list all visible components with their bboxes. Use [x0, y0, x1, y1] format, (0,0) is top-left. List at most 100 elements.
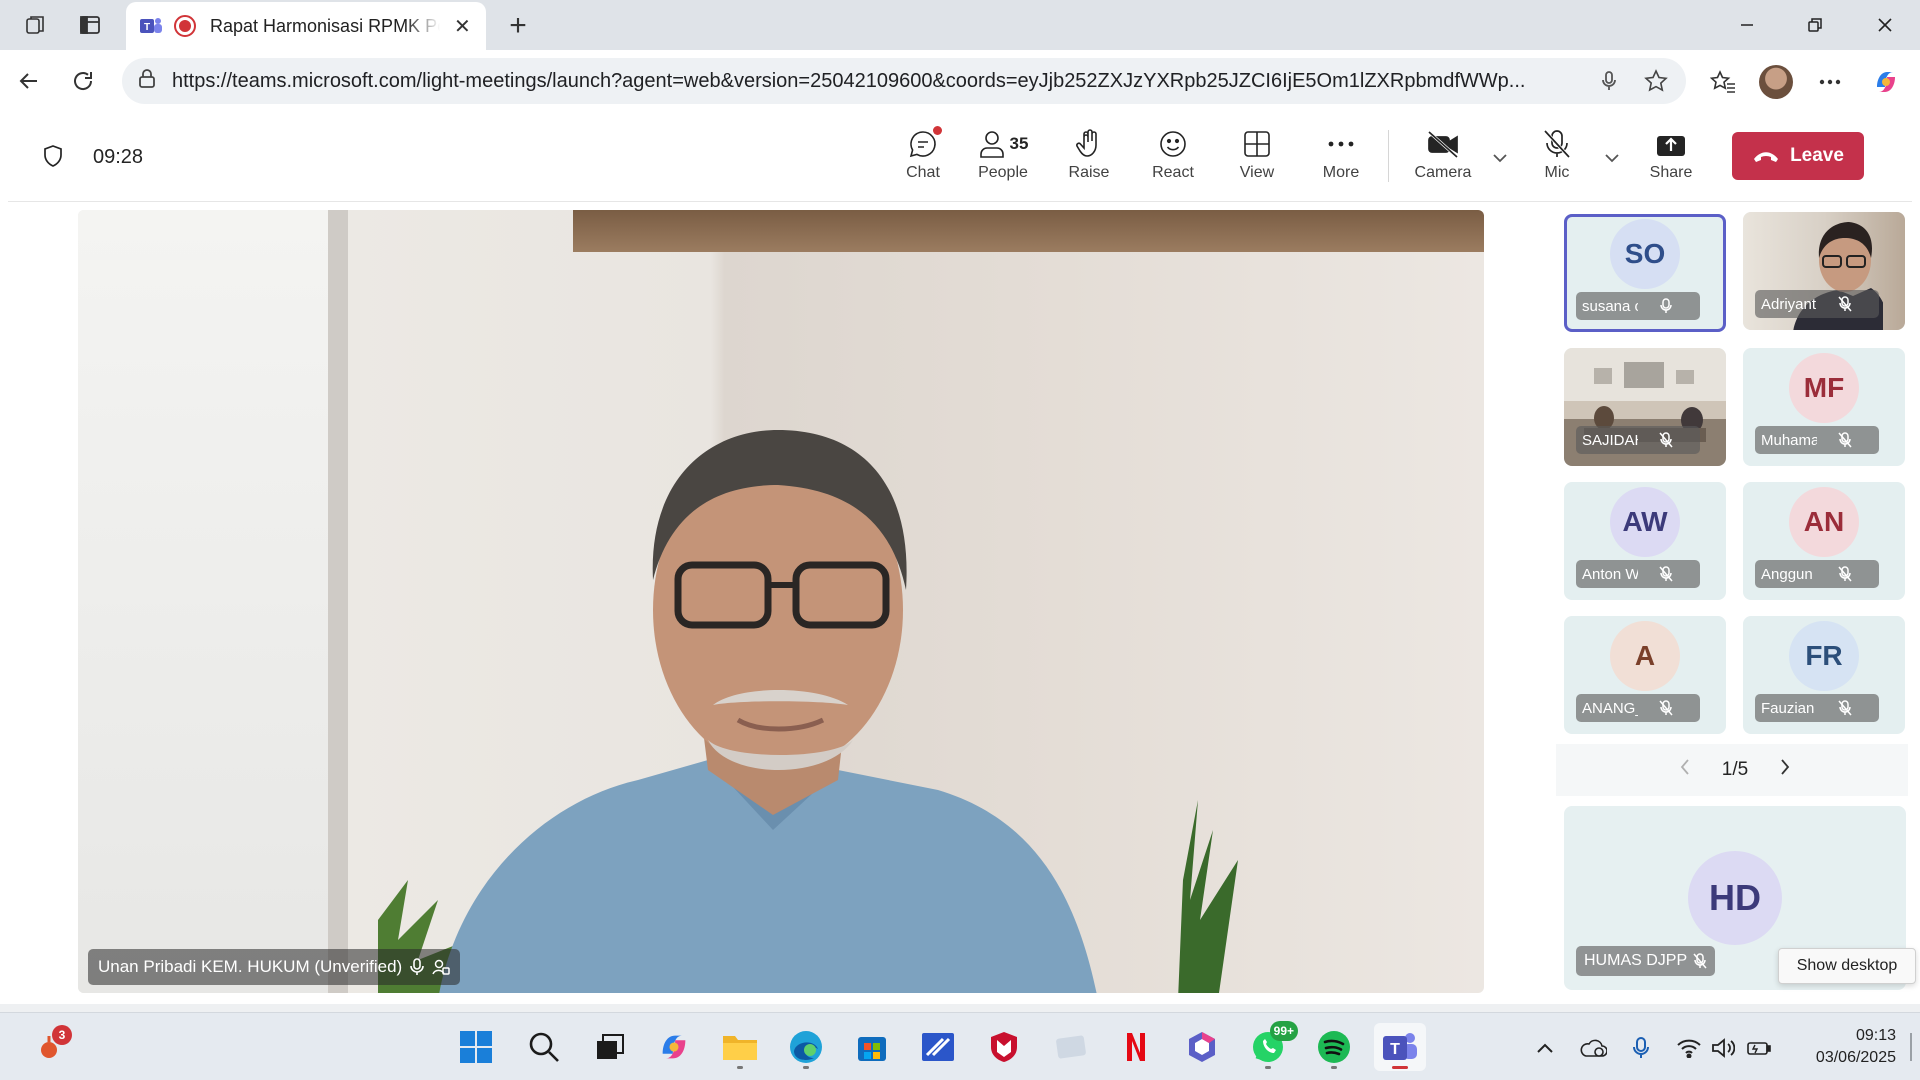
copilot-icon[interactable]: [1868, 64, 1904, 100]
more-button[interactable]: More: [1306, 126, 1376, 192]
participant-name: susana o...: [1582, 297, 1638, 315]
avatar: FR: [1789, 621, 1859, 691]
chat-label: Chat: [906, 164, 940, 181]
react-smiley-icon: [1158, 126, 1188, 162]
microsoft-store-button[interactable]: [846, 1023, 898, 1071]
people-label: People: [978, 164, 1028, 181]
mic-muted-icon: [1817, 432, 1873, 448]
address-row: https://teams.microsoft.com/light-meetin…: [0, 50, 1920, 112]
volume-icon[interactable]: [1708, 1033, 1738, 1063]
participant-tile[interactable]: SO susana o...: [1564, 214, 1726, 332]
participant-tile[interactable]: SAJIDAH...: [1564, 348, 1726, 466]
microphone-tray-icon[interactable]: [1626, 1033, 1656, 1063]
show-desktop-tooltip: Show desktop: [1778, 948, 1916, 984]
meeting-timer: 09:28: [93, 146, 144, 168]
netflix-icon: [1127, 1033, 1145, 1061]
react-button[interactable]: React: [1138, 126, 1208, 192]
participant-tile[interactable]: MF Muhama...: [1743, 348, 1905, 466]
avatar: AN: [1789, 487, 1859, 557]
more-label: More: [1322, 164, 1360, 181]
edge-browser-button[interactable]: [780, 1023, 832, 1071]
windows-logo-icon: [460, 1031, 492, 1063]
main-speaker-nametag: Unan Pribadi KEM. HUKUM (Unverified): [88, 949, 461, 985]
mic-muted-icon: [1817, 700, 1873, 716]
favorites-icon[interactable]: [1705, 64, 1741, 100]
chat-icon: [908, 126, 942, 162]
main-speaker-video[interactable]: Unan Pribadi KEM. HUKUM (Unverified): [78, 210, 1484, 993]
minimize-icon[interactable]: [1714, 0, 1780, 50]
remote-app-button[interactable]: [912, 1023, 964, 1071]
store-icon: [858, 1037, 886, 1061]
onedrive-icon[interactable]: [1578, 1033, 1608, 1063]
profile-avatar[interactable]: [1758, 64, 1794, 100]
copilot-app-button[interactable]: [648, 1023, 700, 1071]
tablet-app-button[interactable]: [1044, 1023, 1096, 1071]
office-app-button[interactable]: [1176, 1023, 1228, 1071]
netflix-button[interactable]: [1110, 1023, 1162, 1071]
whatsapp-button[interactable]: 99+: [1242, 1021, 1298, 1071]
search-button[interactable]: [518, 1023, 570, 1071]
back-button[interactable]: [10, 62, 48, 100]
toolbar-divider: [1388, 130, 1389, 182]
show-hidden-icons-chevron-icon[interactable]: [1530, 1033, 1560, 1063]
participant-tile[interactable]: FR Fauzian ...: [1743, 616, 1905, 734]
people-button[interactable]: 35 People: [968, 126, 1038, 192]
remote-desktop-icon: [922, 1033, 954, 1061]
system-clock[interactable]: 09:13 03/06/2025: [1796, 1025, 1896, 1069]
participant-tile[interactable]: Adriyant...: [1743, 212, 1905, 330]
previous-page-icon[interactable]: [1680, 758, 1690, 782]
people-icon: [979, 131, 1004, 158]
shield-icon[interactable]: [42, 144, 64, 173]
lock-icon[interactable]: [138, 68, 156, 94]
task-view-button[interactable]: [584, 1023, 636, 1071]
camera-off-icon: [1426, 126, 1460, 162]
mic-button[interactable]: Mic: [1522, 126, 1592, 192]
camera-options-chevron-icon[interactable]: [1492, 150, 1508, 168]
show-desktop-button[interactable]: [1910, 1033, 1912, 1061]
view-grid-icon: [1243, 126, 1271, 162]
mic-muted-icon: [1638, 700, 1694, 716]
view-button[interactable]: View: [1222, 126, 1292, 192]
mic-options-chevron-icon[interactable]: [1604, 150, 1620, 168]
participant-tile[interactable]: AN Anggun ...: [1743, 482, 1905, 600]
new-tab-button[interactable]: +: [500, 8, 536, 44]
more-menu-icon[interactable]: [1812, 64, 1848, 100]
camera-button[interactable]: Camera: [1408, 126, 1478, 192]
task-view-icon: [597, 1034, 624, 1059]
mcafee-button[interactable]: [978, 1023, 1030, 1071]
start-button[interactable]: [450, 1023, 502, 1071]
raise-label: Raise: [1068, 164, 1110, 181]
participant-name: Anton W...: [1582, 565, 1638, 583]
teams-button[interactable]: T: [1374, 1023, 1426, 1071]
voice-search-icon[interactable]: [1600, 58, 1618, 104]
widgets-weather-button[interactable]: 3: [24, 1023, 76, 1071]
vertical-tabs-icon[interactable]: [74, 10, 106, 40]
leave-button[interactable]: Leave: [1732, 132, 1864, 180]
url-text[interactable]: https://teams.microsoft.com/light-meetin…: [172, 70, 1592, 93]
favorite-star-icon[interactable]: [1644, 58, 1668, 104]
participant-name: Anggun ...: [1761, 565, 1817, 583]
active-tab[interactable]: T Rapat Harmonisasi RPMK Pe ✕: [126, 2, 486, 50]
battery-icon[interactable]: [1744, 1033, 1774, 1063]
raise-hand-button[interactable]: Raise: [1054, 126, 1124, 192]
file-explorer-button[interactable]: [714, 1023, 766, 1071]
mic-on-icon: [410, 958, 425, 976]
tab-close-icon[interactable]: ✕: [454, 14, 471, 39]
spotify-button[interactable]: [1308, 1023, 1360, 1071]
clock-time: 09:13: [1855, 1027, 1896, 1044]
wifi-icon[interactable]: [1674, 1033, 1704, 1063]
participant-tile[interactable]: AW Anton W...: [1564, 482, 1726, 600]
chat-button[interactable]: Chat: [888, 126, 958, 192]
hexagon-app-icon: [1189, 1032, 1215, 1062]
workspaces-icon[interactable]: [20, 10, 52, 40]
participant-tile[interactable]: A ANANG_...: [1564, 616, 1726, 734]
address-bar[interactable]: https://teams.microsoft.com/light-meetin…: [122, 58, 1686, 104]
restore-icon[interactable]: [1782, 0, 1848, 50]
close-window-icon[interactable]: [1852, 0, 1918, 50]
copilot-icon: [662, 1035, 686, 1059]
spotify-icon: [1318, 1031, 1350, 1063]
share-button[interactable]: Share: [1636, 126, 1706, 192]
refresh-button[interactable]: [64, 62, 102, 100]
next-page-icon[interactable]: [1780, 758, 1790, 782]
avatar: AW: [1610, 487, 1680, 557]
